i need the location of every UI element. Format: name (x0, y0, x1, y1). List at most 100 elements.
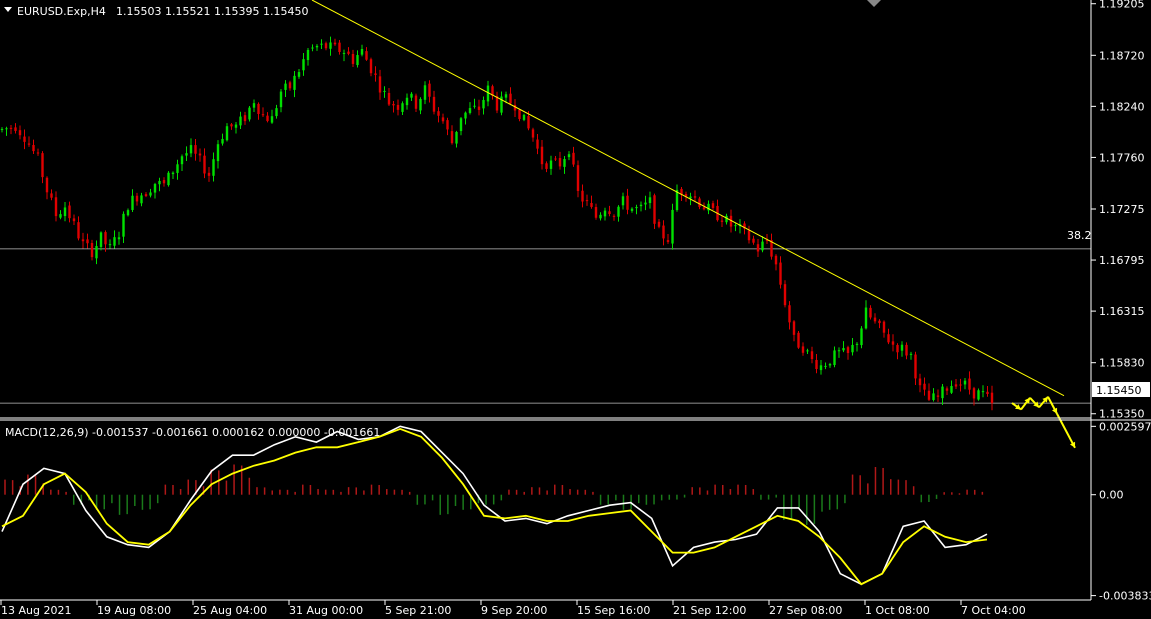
bull-candle (293, 75, 296, 90)
bear-candle (990, 392, 994, 404)
price-tick-label: 1.15350 (1099, 408, 1145, 421)
bear-candle (896, 345, 899, 353)
bull-candle (824, 365, 827, 367)
bull-candle (383, 90, 386, 92)
bear-candle (878, 320, 881, 324)
bear-candle (590, 203, 593, 207)
bull-candle (689, 196, 692, 199)
bear-candle (585, 200, 589, 202)
bear-candle (86, 239, 89, 244)
bull-candle (761, 241, 764, 251)
time-tick-label: 27 Sep 08:00 (769, 604, 842, 617)
bear-candle (927, 390, 931, 400)
bear-candle (756, 244, 760, 252)
bear-candle (144, 194, 148, 197)
price-tick-label: 1.17275 (1099, 203, 1145, 216)
bull-candle (360, 48, 364, 55)
bull-candle (113, 237, 116, 246)
bull-candle (671, 209, 674, 244)
bear-candle (257, 103, 260, 114)
bear-candle (135, 195, 139, 202)
bear-candle (509, 93, 512, 104)
bear-candle (558, 158, 562, 167)
bull-candle (621, 196, 625, 206)
bull-candle (315, 45, 319, 48)
bear-candle (230, 124, 233, 127)
bear-candle (428, 83, 431, 97)
bull-candle (630, 208, 634, 211)
bull-candle (342, 52, 346, 54)
bear-candle (788, 305, 791, 323)
bear-candle (810, 351, 814, 360)
bear-candle (261, 114, 265, 116)
bear-candle (846, 347, 850, 354)
bull-candle (833, 350, 836, 366)
bear-candle (432, 96, 436, 112)
bear-candle (450, 131, 454, 144)
bear-candle (972, 388, 976, 399)
bear-candle (9, 127, 13, 129)
bull-candle (981, 391, 985, 393)
bull-candle (185, 153, 188, 156)
bear-candle (392, 103, 395, 106)
bear-candle (203, 155, 206, 174)
time-tick-label: 31 Aug 00:00 (289, 604, 363, 617)
bear-candle (594, 207, 598, 218)
bull-candle (864, 307, 868, 329)
macd-tick-label: 0.002597 (1099, 420, 1151, 433)
bear-candle (959, 384, 962, 386)
bull-candle (644, 202, 647, 205)
bull-candle (563, 159, 566, 167)
macd-tick-label: 0.00 (1099, 489, 1124, 502)
bear-candle (378, 76, 382, 93)
bull-candle (99, 232, 103, 247)
chart-header: EURUSD.Exp,H4 1.15503 1.15521 1.15395 1.… (4, 5, 308, 18)
bear-candle (954, 384, 958, 387)
bear-candle (702, 207, 706, 210)
bull-candle (0, 128, 4, 130)
bull-candle (221, 138, 224, 144)
bear-candle (801, 346, 805, 353)
bear-candle (797, 332, 800, 348)
bull-candle (828, 364, 832, 366)
bear-candle (23, 136, 26, 142)
bull-candle (329, 42, 332, 49)
bull-candle (567, 154, 571, 158)
bull-candle (941, 386, 944, 399)
bull-candle (149, 192, 152, 196)
bear-candle (518, 109, 521, 120)
bear-candle (572, 152, 575, 165)
bear-candle (347, 51, 350, 54)
bear-candle (41, 153, 44, 178)
bull-candle (189, 145, 193, 154)
bull-candle (252, 103, 256, 108)
bear-candle (243, 115, 247, 122)
bear-candle (612, 215, 616, 217)
bear-candle (441, 117, 445, 122)
bull-candle (297, 72, 301, 77)
bull-candle (117, 237, 121, 240)
bull-candle (819, 365, 823, 371)
bear-candle (324, 43, 328, 49)
bear-candle (783, 284, 787, 306)
bull-candle (270, 116, 274, 123)
bear-candle (333, 42, 337, 45)
time-tick-label: 25 Aug 04:00 (193, 604, 267, 617)
bear-candle (369, 59, 373, 74)
bull-candle (284, 83, 287, 90)
bear-candle (914, 354, 917, 379)
bull-candle (635, 207, 638, 209)
bull-candle (225, 126, 229, 141)
bear-candle (545, 163, 548, 169)
bull-candle (599, 214, 602, 219)
bull-candle (167, 172, 170, 186)
bear-candle (338, 42, 341, 52)
bear-candle (72, 218, 76, 222)
time-tick-label: 9 Sep 20:00 (481, 604, 547, 617)
bear-candle (194, 145, 197, 154)
bear-candle (351, 54, 355, 64)
bear-candle (198, 153, 202, 156)
bear-candle (414, 95, 418, 109)
bull-candle (963, 380, 967, 385)
bull-candle (180, 156, 184, 165)
